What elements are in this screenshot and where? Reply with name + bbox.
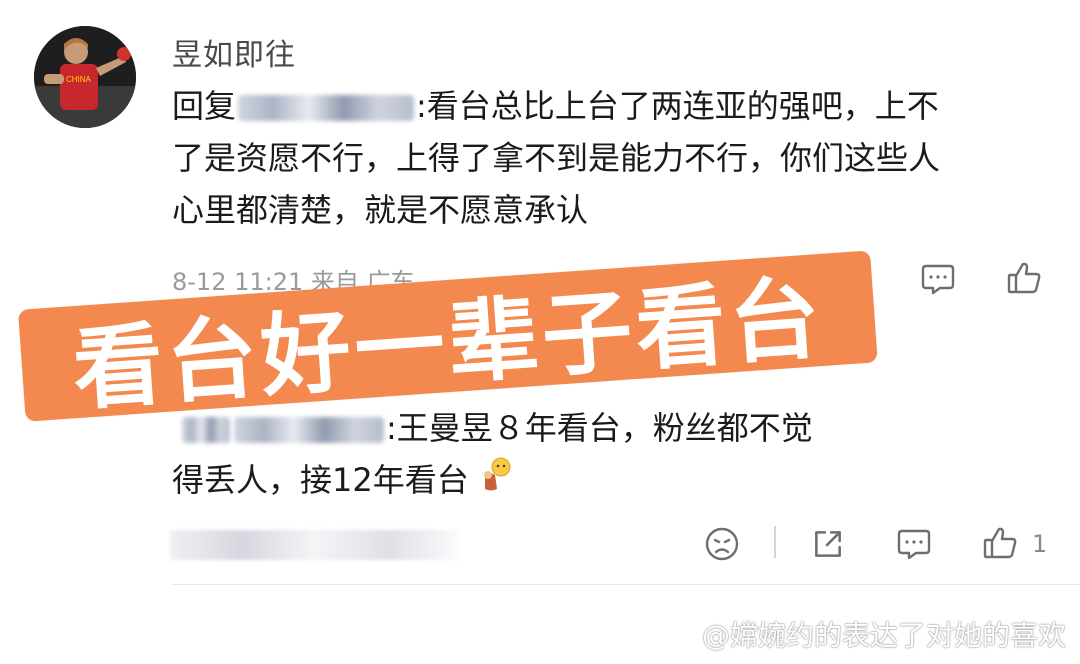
comment-line: 心里都清楚，就是不愿意承认: [172, 191, 589, 229]
sad-face-icon[interactable]: [704, 526, 740, 562]
comment-text: 回复 :看台总比上台了两连亚的强吧，上不 了是资愿不行，上得了拿不到是能力不行，你…: [172, 80, 1052, 236]
comment-icon[interactable]: [920, 262, 956, 296]
comment-line: :看台总比上台了两连亚的强吧，上不: [416, 87, 939, 125]
blurred-text: [182, 417, 230, 443]
like-icon[interactable]: [982, 525, 1018, 561]
comment-line: :王曼昱８年看台，粉丝都不觉: [386, 409, 813, 447]
comment-icon[interactable]: [896, 527, 932, 561]
comment-line: 得丢人，接12年看台: [172, 461, 469, 499]
watermark-text: @嫦婉约的表达了对她的喜欢: [701, 619, 1066, 652]
blurred-meta: [170, 530, 460, 560]
emoji-icon: [475, 455, 515, 510]
reply-prefix: 回复: [172, 87, 237, 125]
blurred-username: [238, 95, 415, 121]
username[interactable]: 昱如即往: [172, 30, 296, 74]
watermark: @嫦婉约的表达了对她的喜欢: [664, 614, 1066, 655]
svg-text:CHINA: CHINA: [66, 75, 92, 84]
comment-text: :王曼昱８年看台，粉丝都不觉 得丢人，接12年看台: [172, 402, 1052, 510]
weibo-logo-icon: [664, 620, 698, 655]
divider: [172, 584, 1080, 585]
like-count: 1: [1032, 530, 1048, 558]
comment-line: 了是资愿不行，上得了拿不到是能力不行，你们这些人: [172, 139, 941, 177]
divider: [774, 526, 776, 558]
overlay-banner: 看台好一辈子看台: [18, 250, 878, 423]
like-icon[interactable]: [1006, 260, 1042, 296]
share-icon[interactable]: [810, 526, 846, 562]
blurred-username: [234, 417, 384, 443]
avatar[interactable]: CHINA: [34, 26, 136, 128]
